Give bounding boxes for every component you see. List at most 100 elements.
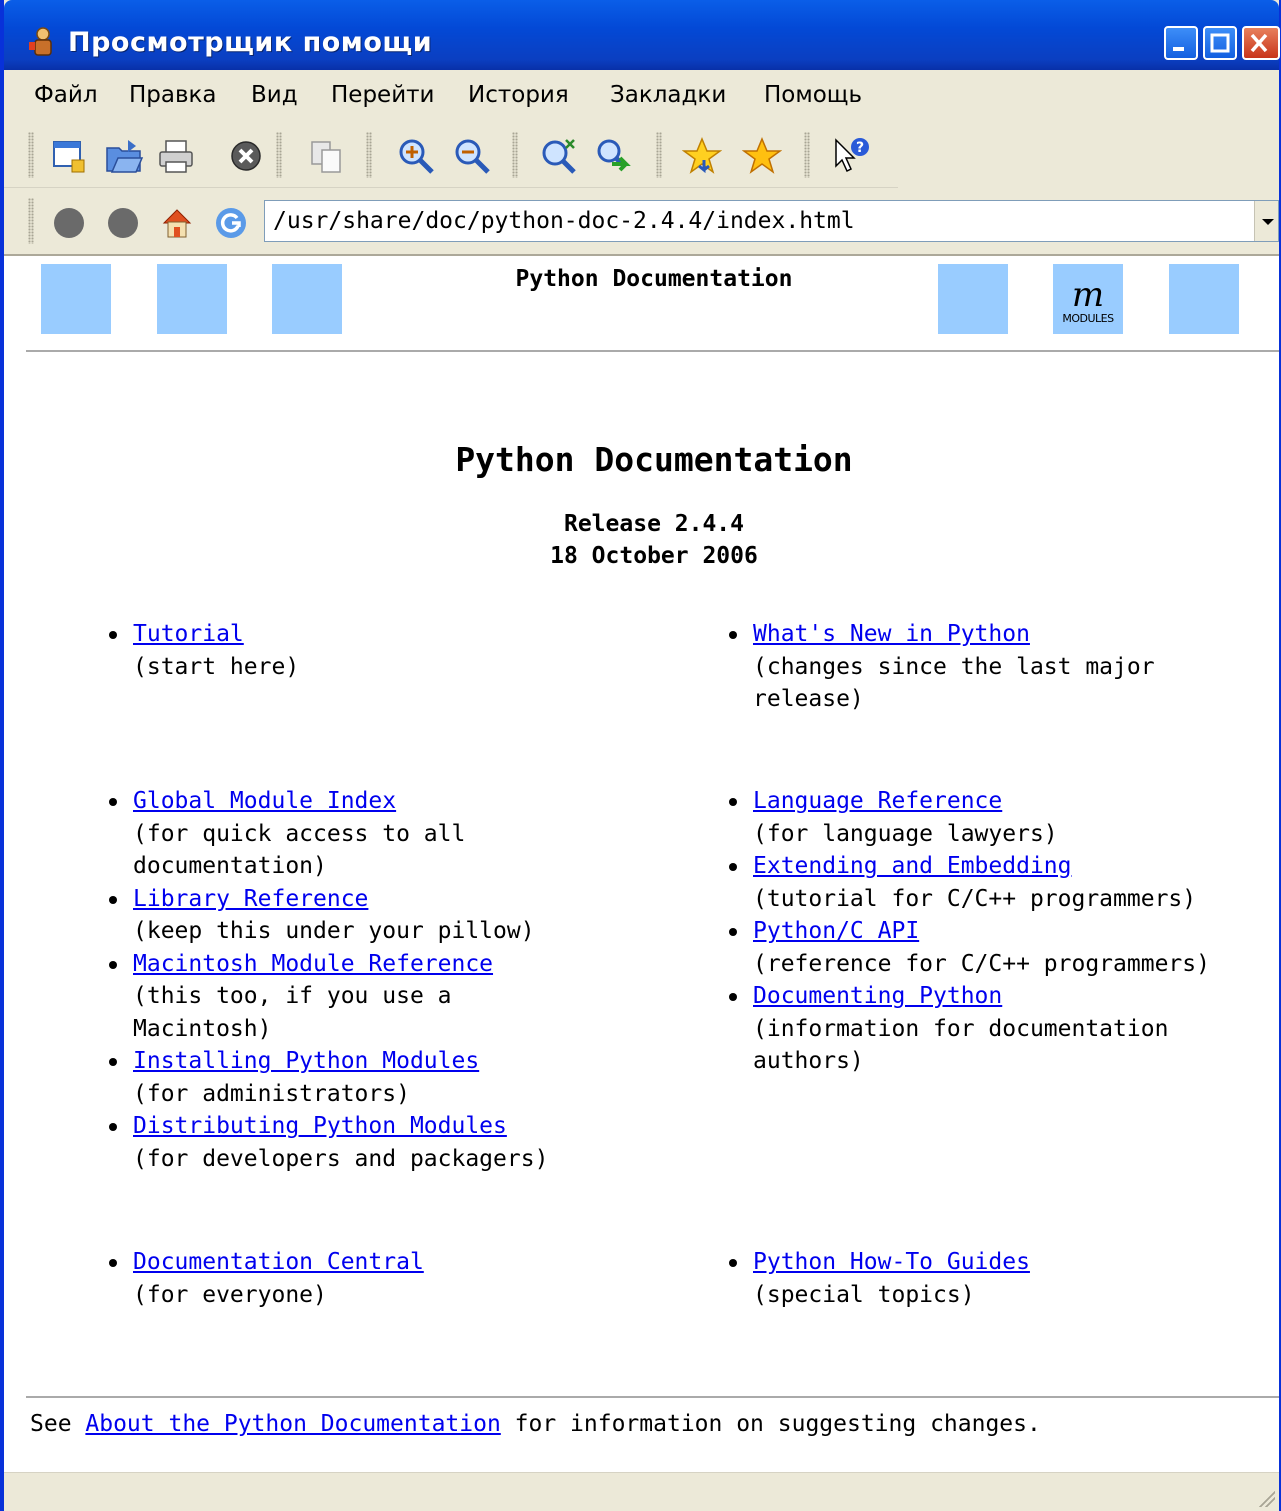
footer-prefix: See bbox=[30, 1411, 86, 1437]
link-description: (information for documentation authors) bbox=[753, 1015, 1169, 1075]
list-item: Library Reference (keep this under your … bbox=[109, 883, 603, 948]
menu-view[interactable]: Вид bbox=[251, 82, 298, 108]
list-item: Python How-To Guides (special topics) bbox=[729, 1246, 1253, 1311]
menu-bar: Файл Правка Вид Перейти История Закладки… bbox=[4, 74, 1279, 118]
find-icon[interactable] bbox=[538, 136, 578, 176]
modules-label: MODULES bbox=[1062, 311, 1114, 325]
header-divider bbox=[26, 350, 1279, 352]
link-tutorial[interactable]: Tutorial bbox=[133, 621, 244, 647]
copy-icon[interactable] bbox=[306, 136, 346, 176]
home-icon[interactable] bbox=[160, 206, 194, 240]
url-dropdown-button[interactable] bbox=[1254, 201, 1278, 241]
list-item: Global Module Index (for quick access to… bbox=[109, 785, 603, 883]
link-description: (special topics) bbox=[753, 1281, 975, 1308]
link-description: (for developers and packagers) bbox=[133, 1145, 549, 1172]
link-description: (tutorial for C/C++ programmers) bbox=[753, 885, 1197, 912]
add-bookmark-icon[interactable] bbox=[682, 136, 722, 176]
document-content[interactable]: Python Documentation m MODULES Python Do… bbox=[4, 254, 1279, 1472]
release-date: 18 October 2006 bbox=[550, 543, 758, 569]
title-bar[interactable]: Просмотрщик помощи bbox=[4, 0, 1280, 70]
link-library-reference[interactable]: Library Reference bbox=[133, 886, 368, 912]
nav-contents-box[interactable] bbox=[938, 264, 1008, 334]
toolbar-grip[interactable] bbox=[28, 132, 34, 178]
menu-file[interactable]: Файл bbox=[34, 82, 98, 108]
print-icon[interactable] bbox=[156, 136, 196, 176]
link-distributing-python-modules[interactable]: Distributing Python Modules bbox=[133, 1113, 507, 1139]
menu-help[interactable]: Помощь bbox=[764, 82, 862, 108]
release-version: Release 2.4.4 bbox=[563, 511, 744, 537]
open-icon[interactable] bbox=[104, 136, 144, 176]
footer-suffix: for information on suggesting changes. bbox=[500, 1411, 1041, 1437]
menu-history[interactable]: История bbox=[468, 82, 569, 108]
toolbar-grip[interactable] bbox=[512, 132, 518, 178]
context-help-icon[interactable]: ? bbox=[830, 136, 870, 176]
doc-list-right-1: What's New in Python (changes since the … bbox=[729, 618, 1223, 716]
location-bar: /usr/share/doc/python-doc-2.4.4/index.ht… bbox=[4, 192, 1279, 252]
link-documenting-python[interactable]: Documenting Python bbox=[753, 983, 1002, 1009]
bookmarks-icon[interactable] bbox=[742, 136, 782, 176]
link-global-module-index[interactable]: Global Module Index bbox=[133, 788, 396, 814]
new-window-icon[interactable] bbox=[50, 136, 90, 176]
list-item: Macintosh Module Reference (this too, if… bbox=[109, 948, 603, 1046]
footer-text: See About the Python Documentation for i… bbox=[30, 1411, 1041, 1437]
page-title: Python Documentation bbox=[455, 440, 853, 479]
menu-edit[interactable]: Правка bbox=[129, 82, 217, 108]
link-about-documentation[interactable]: About the Python Documentation bbox=[85, 1411, 500, 1437]
modules-button[interactable]: m MODULES bbox=[1053, 264, 1123, 334]
nav-index-box[interactable] bbox=[1169, 264, 1239, 334]
list-item: Extending and Embedding (tutorial for C/… bbox=[729, 850, 1273, 915]
zoom-in-icon[interactable] bbox=[396, 136, 436, 176]
link-documentation-central[interactable]: Documentation Central bbox=[133, 1249, 424, 1275]
main-toolbar: ? bbox=[4, 124, 898, 188]
url-input[interactable]: /usr/share/doc/python-doc-2.4.4/index.ht… bbox=[264, 200, 1279, 242]
minimize-icon bbox=[1173, 47, 1184, 51]
forward-icon[interactable] bbox=[106, 206, 140, 240]
link-description: (for language lawyers) bbox=[753, 820, 1058, 847]
find-next-icon[interactable] bbox=[594, 136, 634, 176]
status-bar bbox=[4, 1472, 1279, 1511]
toolbar-grip[interactable] bbox=[656, 132, 662, 178]
link-extending-and-embedding[interactable]: Extending and Embedding bbox=[753, 853, 1072, 879]
list-item: Installing Python Modules (for administr… bbox=[109, 1045, 603, 1110]
link-description: (changes since the last major release) bbox=[753, 653, 1155, 713]
svg-text:?: ? bbox=[856, 140, 864, 156]
link-description: (for administrators) bbox=[133, 1080, 410, 1107]
resize-grip[interactable] bbox=[1257, 1489, 1275, 1507]
close-button[interactable] bbox=[1242, 26, 1280, 60]
modules-glyph: m bbox=[1071, 274, 1105, 315]
link-language-reference[interactable]: Language Reference bbox=[753, 788, 1002, 814]
url-text: /usr/share/doc/python-doc-2.4.4/index.ht… bbox=[273, 208, 855, 234]
link-installing-python-modules[interactable]: Installing Python Modules bbox=[133, 1048, 479, 1074]
menu-go[interactable]: Перейти bbox=[331, 82, 435, 108]
link-description: (start here) bbox=[133, 653, 300, 680]
toolbar-grip[interactable] bbox=[366, 132, 372, 178]
list-item: Python/C API (reference for C/C++ progra… bbox=[729, 915, 1273, 980]
doc-list-right-2: Language Reference (for language lawyers… bbox=[729, 785, 1273, 1078]
close-icon bbox=[1250, 33, 1268, 53]
zoom-out-icon[interactable] bbox=[452, 136, 492, 176]
list-item: Tutorial (start here) bbox=[109, 618, 693, 683]
list-item: Documenting Python (information for docu… bbox=[729, 980, 1273, 1078]
help-app-icon bbox=[29, 27, 52, 56]
footer-divider bbox=[26, 1396, 1279, 1398]
link-python-c-api[interactable]: Python/C API bbox=[753, 918, 919, 944]
link-macintosh-module-reference[interactable]: Macintosh Module Reference bbox=[133, 951, 493, 977]
link-whats-new[interactable]: What's New in Python bbox=[753, 621, 1030, 647]
link-description: (keep this under your pillow) bbox=[133, 918, 535, 944]
toolbar-grip[interactable] bbox=[804, 132, 810, 178]
stop-icon[interactable] bbox=[226, 136, 266, 176]
minimize-button[interactable] bbox=[1164, 26, 1198, 60]
list-item: Distributing Python Modules (for develop… bbox=[109, 1110, 603, 1175]
toolbar-grip[interactable] bbox=[28, 198, 34, 244]
list-item: Documentation Central (for everyone) bbox=[109, 1246, 693, 1311]
release-info: Release 2.4.4 18 October 2006 bbox=[4, 508, 1279, 572]
menu-bookmarks[interactable]: Закладки bbox=[610, 82, 726, 108]
window-title: Просмотрщик помощи bbox=[68, 27, 433, 58]
maximize-button[interactable] bbox=[1203, 26, 1237, 60]
doc-list-left-2: Global Module Index (for quick access to… bbox=[109, 785, 603, 1175]
link-description: (for quick access to all documentation) bbox=[133, 820, 466, 880]
back-icon[interactable] bbox=[52, 206, 86, 240]
reload-icon[interactable] bbox=[214, 206, 248, 240]
link-python-how-to-guides[interactable]: Python How-To Guides bbox=[753, 1249, 1030, 1275]
toolbar-grip[interactable] bbox=[276, 132, 282, 178]
